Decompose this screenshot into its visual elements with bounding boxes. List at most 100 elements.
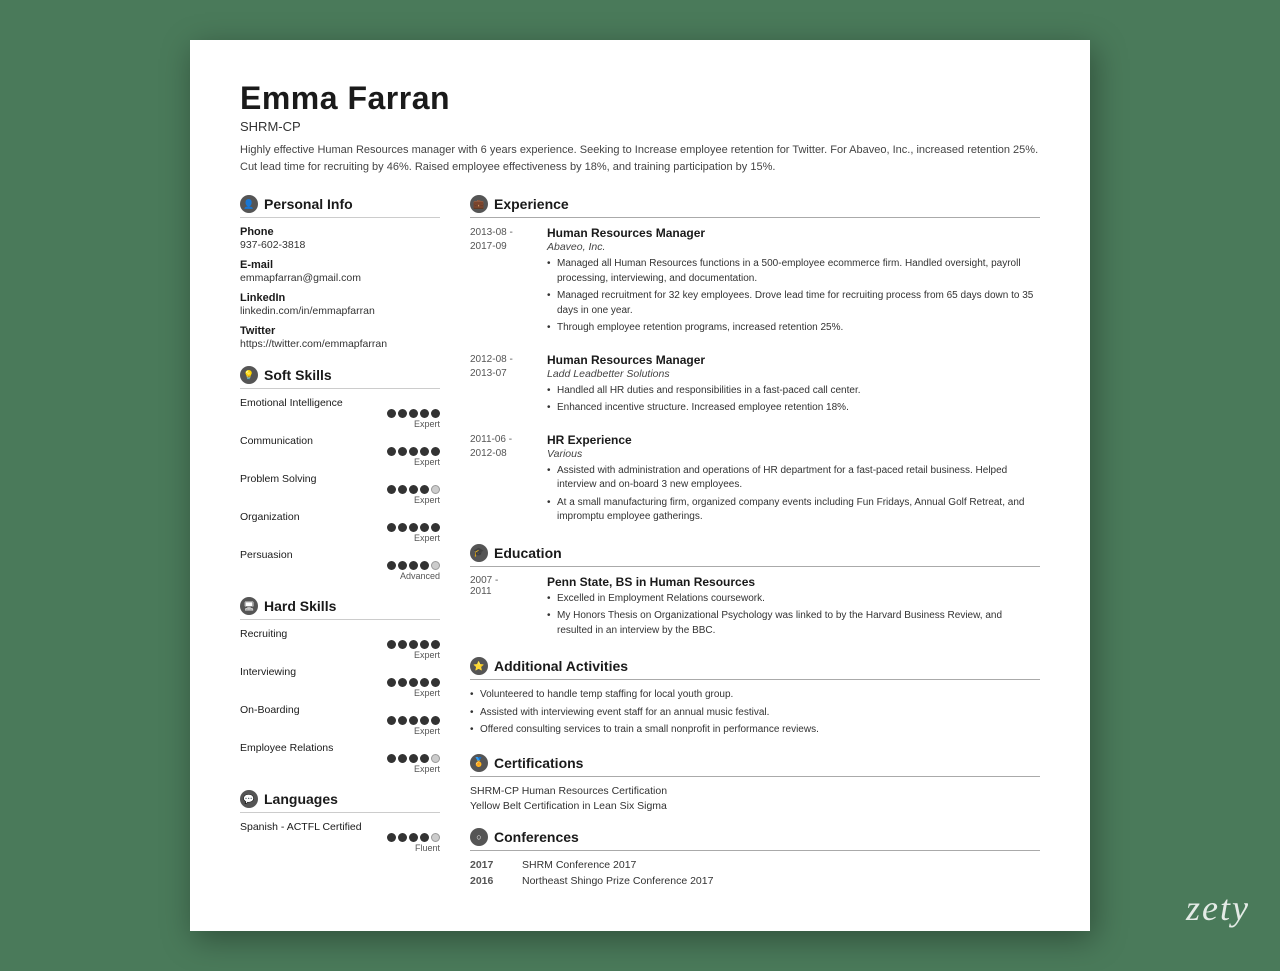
languages-section-header: 💬 Languages xyxy=(240,790,440,813)
skill-name: Employee Relations xyxy=(240,742,440,754)
left-column: 👤 Personal Info Phone 937-602-3818 E-mai… xyxy=(240,195,440,891)
activities-icon: ⭐ xyxy=(470,657,488,675)
exp-company: Various xyxy=(547,448,1040,460)
skill-name: Organization xyxy=(240,511,440,523)
certifications-content: SHRM-CP Human Resources CertificationYel… xyxy=(470,785,1040,812)
conference-year: 2016 xyxy=(470,875,510,887)
exp-bullets: Handled all HR duties and responsibiliti… xyxy=(547,384,1040,416)
email-label: E-mail xyxy=(240,259,440,271)
activities-list: Volunteered to handle temp staffing for … xyxy=(470,688,1040,738)
exp-content: Human Resources Manager Ladd Leadbetter … xyxy=(547,353,1040,419)
exp-bullet: Handled all HR duties and responsibiliti… xyxy=(547,384,1040,399)
exp-bullets: Assisted with administration and operati… xyxy=(547,464,1040,525)
dot-filled xyxy=(431,409,440,418)
candidate-title: SHRM-CP xyxy=(240,119,1040,134)
edu-bullets: Excelled in Employment Relations coursew… xyxy=(547,592,1040,639)
hard-skills-icon: 🖥 xyxy=(240,597,258,615)
skill-dots xyxy=(240,716,440,725)
exp-dates: 2013-08 -2017-09 xyxy=(470,226,535,339)
conference-name: SHRM Conference 2017 xyxy=(522,859,636,871)
dot-filled xyxy=(398,523,407,532)
experience-entry: 2011-06 -2012-08 HR Experience Various A… xyxy=(470,433,1040,528)
dot-filled xyxy=(409,447,418,456)
experience-icon: 💼 xyxy=(470,195,488,213)
experience-entry: 2013-08 -2017-09 Human Resources Manager… xyxy=(470,226,1040,339)
dot-filled xyxy=(420,754,429,763)
exp-dates: 2012-08 -2013-07 xyxy=(470,353,535,419)
skill-name: On-Boarding xyxy=(240,704,440,716)
skill-level: Expert xyxy=(240,419,440,429)
dot-filled xyxy=(398,640,407,649)
hard-skills-section-header: 🖥 Hard Skills xyxy=(240,597,440,620)
skill-row: On-Boarding Expert xyxy=(240,704,440,736)
edu-degree: Penn State, BS in Human Resources xyxy=(547,575,1040,589)
dot-empty xyxy=(431,561,440,570)
exp-job-title: HR Experience xyxy=(547,433,1040,447)
phone-value: 937-602-3818 xyxy=(240,239,440,251)
dot-filled xyxy=(420,447,429,456)
exp-job-title: Human Resources Manager xyxy=(547,353,1040,367)
soft-skills-title: Soft Skills xyxy=(264,367,332,383)
soft-skills-section-header: 💡 Soft Skills xyxy=(240,366,440,389)
dot-filled xyxy=(409,754,418,763)
skill-dots xyxy=(240,640,440,649)
dot-filled xyxy=(420,640,429,649)
conference-entry: 2016 Northeast Shingo Prize Conference 2… xyxy=(470,875,1040,887)
dot-filled xyxy=(409,716,418,725)
skill-row: Recruiting Expert xyxy=(240,628,440,660)
skill-dots xyxy=(240,678,440,687)
dot-filled xyxy=(387,561,396,570)
dot-filled xyxy=(387,716,396,725)
activities-section-header: ⭐ Additional Activities xyxy=(470,657,1040,680)
dot-filled xyxy=(431,716,440,725)
skill-level: Expert xyxy=(240,688,440,698)
phone-label: Phone xyxy=(240,226,440,238)
education-section-header: 🎓 Education xyxy=(470,544,1040,567)
candidate-summary: Highly effective Human Resources manager… xyxy=(240,142,1040,175)
dot-filled xyxy=(387,409,396,418)
dot-filled xyxy=(409,561,418,570)
dot-filled xyxy=(387,678,396,687)
two-column-layout: 👤 Personal Info Phone 937-602-3818 E-mai… xyxy=(240,195,1040,891)
skill-row: Organization Expert xyxy=(240,511,440,543)
dot-filled xyxy=(387,640,396,649)
skill-dots xyxy=(240,523,440,532)
certification-item: SHRM-CP Human Resources Certification xyxy=(470,785,1040,797)
exp-bullet: Managed all Human Resources functions in… xyxy=(547,257,1040,286)
certifications-title: Certifications xyxy=(494,755,583,771)
dot-filled xyxy=(387,485,396,494)
activities-title: Additional Activities xyxy=(494,658,628,674)
exp-content: HR Experience Various Assisted with admi… xyxy=(547,433,1040,528)
skill-row: Communication Expert xyxy=(240,435,440,467)
skill-name: Problem Solving xyxy=(240,473,440,485)
dot-filled xyxy=(398,833,407,842)
skill-level: Expert xyxy=(240,764,440,774)
experience-section-header: 💼 Experience xyxy=(470,195,1040,218)
dot-filled xyxy=(409,523,418,532)
experience-entry: 2012-08 -2013-07 Human Resources Manager… xyxy=(470,353,1040,419)
exp-dates: 2011-06 -2012-08 xyxy=(470,433,535,528)
dot-filled xyxy=(409,678,418,687)
dot-filled xyxy=(420,833,429,842)
exp-company: Ladd Leadbetter Solutions xyxy=(547,368,1040,380)
dot-filled xyxy=(398,754,407,763)
dot-filled xyxy=(387,754,396,763)
skill-level: Expert xyxy=(240,726,440,736)
dot-filled xyxy=(420,485,429,494)
dot-filled xyxy=(398,485,407,494)
right-column: 💼 Experience 2013-08 -2017-09 Human Reso… xyxy=(470,195,1040,891)
skill-dots xyxy=(240,409,440,418)
education-icon: 🎓 xyxy=(470,544,488,562)
page-wrapper: Emma Farran SHRM-CP Highly effective Hum… xyxy=(190,40,1090,931)
activity-bullet: Offered consulting services to train a s… xyxy=(470,723,1040,738)
dot-filled xyxy=(387,523,396,532)
exp-content: Human Resources Manager Abaveo, Inc. Man… xyxy=(547,226,1040,339)
dot-filled xyxy=(431,447,440,456)
candidate-name: Emma Farran xyxy=(240,80,1040,117)
education-title: Education xyxy=(494,545,562,561)
dot-empty xyxy=(431,754,440,763)
experience-title: Experience xyxy=(494,196,569,212)
hard-skills-title: Hard Skills xyxy=(264,598,336,614)
skill-name: Emotional Intelligence xyxy=(240,397,440,409)
twitter-label: Twitter xyxy=(240,325,440,337)
